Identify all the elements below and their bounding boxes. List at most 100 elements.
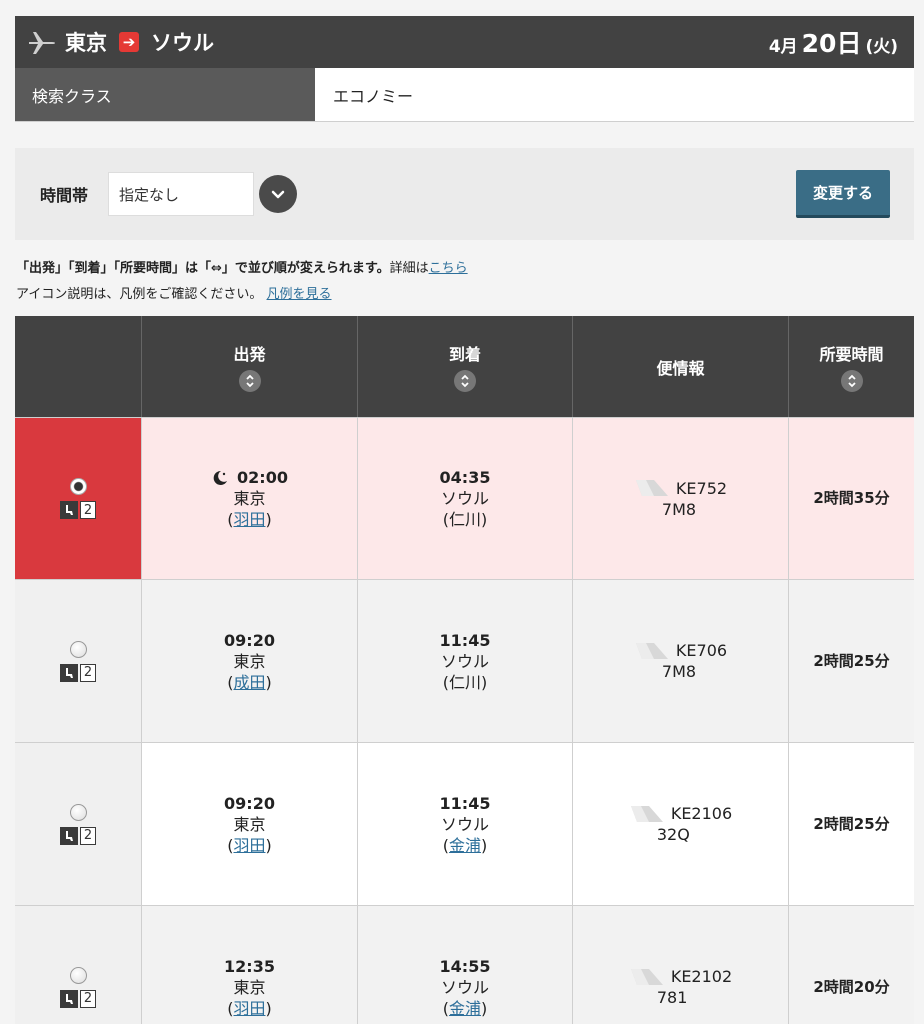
- departure-airport: (羽田): [227, 510, 272, 529]
- arrival-airport-name: 仁川: [448, 672, 481, 692]
- flight-number: KE2102: [670, 967, 733, 986]
- airline-tail-icon: [630, 805, 663, 822]
- sort-detail-link[interactable]: こちら: [429, 261, 468, 276]
- time-filter-select[interactable]: 指定なし: [108, 172, 255, 216]
- departure-airport-link[interactable]: 成田: [233, 673, 265, 692]
- flight-radio[interactable]: [69, 966, 87, 984]
- seat-icon: [60, 989, 78, 1008]
- flight-duration: 2時間35分: [813, 489, 890, 507]
- arrival-cell: 11:45 ソウル (金浦): [357, 742, 572, 905]
- select-cell[interactable]: 2: [15, 905, 141, 1024]
- aircraft-type: 781: [656, 988, 688, 1007]
- flight-info: KE2102 781: [629, 966, 732, 1008]
- header-flight-info: 便情報: [572, 316, 788, 417]
- aircraft-type: 7M8: [661, 662, 697, 681]
- destination-city: ソウル: [151, 31, 214, 55]
- arrival-city: ソウル: [440, 651, 489, 671]
- flight-number: KE706: [675, 641, 728, 660]
- departure-airport-link[interactable]: 羽田: [233, 510, 265, 529]
- header-flight-info-label: 便情報: [656, 358, 705, 378]
- departure-time-value: 12:35: [224, 956, 275, 976]
- seat-icon: [60, 826, 78, 845]
- route-header: 東京 ➔ ソウル 4月 20日 (火): [15, 16, 914, 68]
- flight-number-line: KE706: [634, 640, 727, 661]
- departure-city: 東京: [233, 651, 266, 671]
- search-class-label: 検索クラス: [15, 68, 315, 121]
- seat-icon: [60, 663, 78, 682]
- departure-time-value: 02:00: [237, 468, 288, 487]
- flight-number-line: KE2102: [629, 966, 732, 987]
- flight-number: KE752: [675, 478, 728, 498]
- seat-badge: 2: [60, 989, 96, 1008]
- airline-tail-icon: [635, 480, 668, 496]
- select-cell[interactable]: 2: [15, 417, 141, 579]
- seat-icon: [60, 501, 78, 519]
- change-button[interactable]: 変更する: [796, 170, 890, 218]
- flight-info-cell: KE2106 32Q: [572, 742, 788, 905]
- arrival-airport-name[interactable]: 金浦: [449, 836, 481, 855]
- sort-note: 「出発」「到着」「所要時間」は「⇔」で並び順が変えられます。詳細はこちら: [16, 257, 468, 276]
- chevron-down-icon[interactable]: [259, 175, 298, 213]
- arrival-airport: (金浦): [442, 998, 488, 1018]
- header-arrival[interactable]: 到着: [357, 316, 572, 417]
- airline-tail-icon: [635, 642, 668, 659]
- departure-city: 東京: [233, 814, 266, 834]
- header-departure[interactable]: 出発: [141, 316, 357, 417]
- search-class-value: エコノミー: [315, 68, 914, 121]
- aircraft-type: 32Q: [656, 825, 690, 844]
- arrow-right-icon: ➔: [119, 32, 139, 52]
- select-cell[interactable]: 2: [15, 742, 141, 905]
- header-select: [15, 316, 141, 417]
- departure-airport: (成田): [227, 672, 272, 692]
- sort-icon[interactable]: [840, 370, 863, 392]
- search-class-row: 検索クラス エコノミー: [15, 68, 914, 122]
- departure-airport: (羽田): [227, 835, 272, 855]
- flight-info-cell: KE2102 781: [572, 905, 788, 1024]
- airplane-icon: [29, 32, 55, 54]
- duration-cell: 2時間35分: [788, 417, 914, 579]
- departure-time-value: 09:20: [224, 630, 275, 650]
- flight-radio[interactable]: [69, 478, 87, 495]
- sort-note-detail: 詳細は: [389, 261, 429, 276]
- departure-time: 12:35: [224, 956, 275, 977]
- select-cell[interactable]: 2: [15, 579, 141, 742]
- legend-link[interactable]: 凡例を見る: [267, 287, 332, 302]
- header-departure-label: 出発: [233, 345, 266, 364]
- departure-cell: 09:20 東京 (成田): [141, 579, 357, 742]
- arrival-airport-name[interactable]: 金浦: [449, 999, 481, 1018]
- flight-info-cell: KE752 7M8: [572, 417, 788, 579]
- flight-number-line: KE2106: [629, 803, 732, 824]
- departure-airport-link[interactable]: 羽田: [233, 999, 265, 1018]
- departure-time: 09:20: [224, 793, 275, 814]
- departure-airport-link[interactable]: 羽田: [233, 836, 265, 855]
- legend-note: アイコン説明は、凡例をご確認ください。 凡例を見る: [16, 283, 332, 302]
- departure-cell: 02:00 東京 (羽田): [141, 417, 357, 579]
- header-duration[interactable]: 所要時間: [788, 316, 914, 417]
- flight-radio[interactable]: [69, 803, 87, 821]
- departure-city: 東京: [233, 977, 266, 997]
- arrival-time: 04:35: [439, 468, 491, 487]
- arrival-cell: 11:45 ソウル (仁川): [357, 579, 572, 742]
- aircraft-type: 7M8: [661, 499, 697, 519]
- seat-count: 2: [80, 501, 96, 519]
- arrival-city: ソウル: [440, 489, 489, 508]
- flight-radio[interactable]: [69, 640, 87, 658]
- flight-info: KE2106 32Q: [629, 803, 732, 845]
- date-weekday: (火): [865, 37, 898, 57]
- arrival-airport-name: 仁川: [448, 510, 481, 529]
- sort-icon[interactable]: [238, 370, 261, 392]
- date-day: 20日: [801, 29, 862, 58]
- flight-duration: 2時間25分: [813, 814, 890, 833]
- travel-date: 4月 20日 (火): [769, 24, 898, 60]
- arrival-airport: (仁川): [442, 510, 488, 529]
- arrival-cell: 04:35 ソウル (仁川): [357, 417, 572, 579]
- date-month: 4月: [768, 37, 798, 57]
- flight-duration: 2時間25分: [813, 651, 890, 670]
- moon-icon: [213, 470, 228, 485]
- arrival-time: 11:45: [439, 793, 491, 813]
- departure-airport: (羽田): [227, 998, 272, 1018]
- origin-city: 東京: [65, 31, 107, 55]
- legend-note-text: アイコン説明は、凡例をご確認ください。: [16, 287, 263, 302]
- sort-icon[interactable]: [454, 370, 476, 392]
- flight-duration: 2時間20分: [813, 977, 890, 996]
